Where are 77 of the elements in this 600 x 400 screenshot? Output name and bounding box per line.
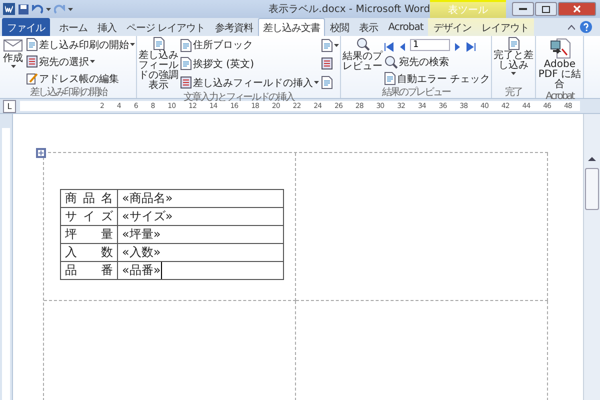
caret-icon <box>90 60 95 63</box>
document-icon <box>180 57 192 70</box>
ribbon-tab[interactable]: ファイル <box>2 18 50 36</box>
ribbon-button[interactable]: 差し込みフィールドの強調表示 <box>137 36 180 92</box>
pdf-document-icon <box>548 37 571 59</box>
minimize-button[interactable] <box>512 2 534 16</box>
ribbon-button[interactable]: 宛先の選択 <box>26 54 136 68</box>
group-label: 結果のプレビュー <box>381 87 452 98</box>
ribbon-icon-button[interactable] <box>320 38 340 52</box>
caret-icon <box>68 8 73 10</box>
document-icon <box>26 38 38 51</box>
ribbon-button[interactable]: 結果のプレビュー <box>341 36 384 73</box>
group-label: 差し込み印刷の開始 <box>28 87 108 98</box>
caret-icon <box>130 43 135 46</box>
caret-icon <box>10 65 16 68</box>
list-icon <box>321 57 333 70</box>
tab-selector[interactable]: L <box>3 100 16 112</box>
ribbon-tab[interactable]: レイアウト <box>476 18 534 36</box>
ribbon-button[interactable]: 差し込みフィールドの挿入 <box>180 76 320 90</box>
maximize-button[interactable] <box>535 2 557 16</box>
ribbon-button[interactable]: 作成 <box>0 36 26 69</box>
field-name: サイズ <box>65 209 113 223</box>
envelope-icon <box>3 37 23 53</box>
document-icon <box>384 72 396 85</box>
save-icon[interactable] <box>18 4 29 14</box>
ribbon-button[interactable]: 差し込み印刷の開始 <box>26 38 136 52</box>
minimize-icon <box>519 8 527 10</box>
window-title: 表示ラベル.docx - Microsoft Word <box>268 2 430 16</box>
maximize-icon <box>542 6 550 12</box>
caret-icon <box>334 44 339 47</box>
list-icon <box>26 55 38 68</box>
ribbon-button[interactable]: Adobe PDF に結合 <box>536 36 584 91</box>
first-record-button[interactable] <box>384 40 394 50</box>
context-tab-header: 表ツール <box>430 0 506 18</box>
list-icon <box>180 76 192 90</box>
ribbon-tab[interactable]: 差し込み文書 <box>258 18 326 36</box>
caret-icon <box>314 81 319 84</box>
ribbon-tab[interactable]: 参考資料 <box>210 18 258 36</box>
document-icon <box>152 37 164 50</box>
ribbon-tab[interactable]: 校閲 <box>325 18 354 36</box>
group-label: 完了 <box>504 87 524 98</box>
last-record-button[interactable] <box>466 40 476 50</box>
scrollbar-thumb[interactable] <box>585 168 599 210</box>
pencil-icon <box>26 72 38 85</box>
close-button[interactable] <box>558 2 596 16</box>
table-move-handle-icon[interactable] <box>36 148 46 158</box>
ribbon-tab[interactable]: Acrobat <box>383 18 428 36</box>
ribbon-button[interactable]: 自動エラー チェック <box>384 72 492 86</box>
ribbon-button[interactable]: 宛先の検索 <box>384 54 492 68</box>
ribbon-tab[interactable]: 表示 <box>354 18 384 36</box>
caret-icon <box>46 8 51 10</box>
field-name: 坪量 <box>65 227 113 241</box>
field-name: 品番 <box>65 263 113 277</box>
undo-icon[interactable] <box>32 4 43 14</box>
ribbon-tab[interactable]: ホーム <box>54 18 92 36</box>
ribbon-tab[interactable]: ページ レイアウト <box>122 18 210 36</box>
document-icon <box>321 38 333 52</box>
ribbon-button[interactable]: 住所ブロック <box>180 38 320 52</box>
field-name: 入数 <box>65 245 113 259</box>
magnifier-icon <box>356 37 370 51</box>
magnifier-icon <box>384 54 398 68</box>
document-icon <box>508 37 520 50</box>
document-icon <box>180 38 192 52</box>
close-icon <box>573 5 581 13</box>
ribbon-button[interactable]: 挨拶文 (英文) <box>180 56 320 71</box>
group-label: Acrobat <box>544 91 576 102</box>
ribbon-tab[interactable]: デザイン <box>428 18 476 36</box>
caret-icon <box>511 72 516 75</box>
ribbon-button[interactable]: 完了と差し込み <box>492 36 536 76</box>
record-number-field[interactable]: 1 <box>410 38 450 50</box>
ribbon-button[interactable]: アドレス帳の編集 <box>26 72 136 86</box>
ribbon-tab[interactable]: 挿入 <box>92 18 122 36</box>
collapse-ribbon-icon[interactable] <box>568 24 575 30</box>
word-logo-icon[interactable] <box>3 3 15 15</box>
field-name: 商品名 <box>65 191 113 205</box>
document-icon <box>321 76 333 90</box>
help-icon[interactable] <box>580 21 592 33</box>
